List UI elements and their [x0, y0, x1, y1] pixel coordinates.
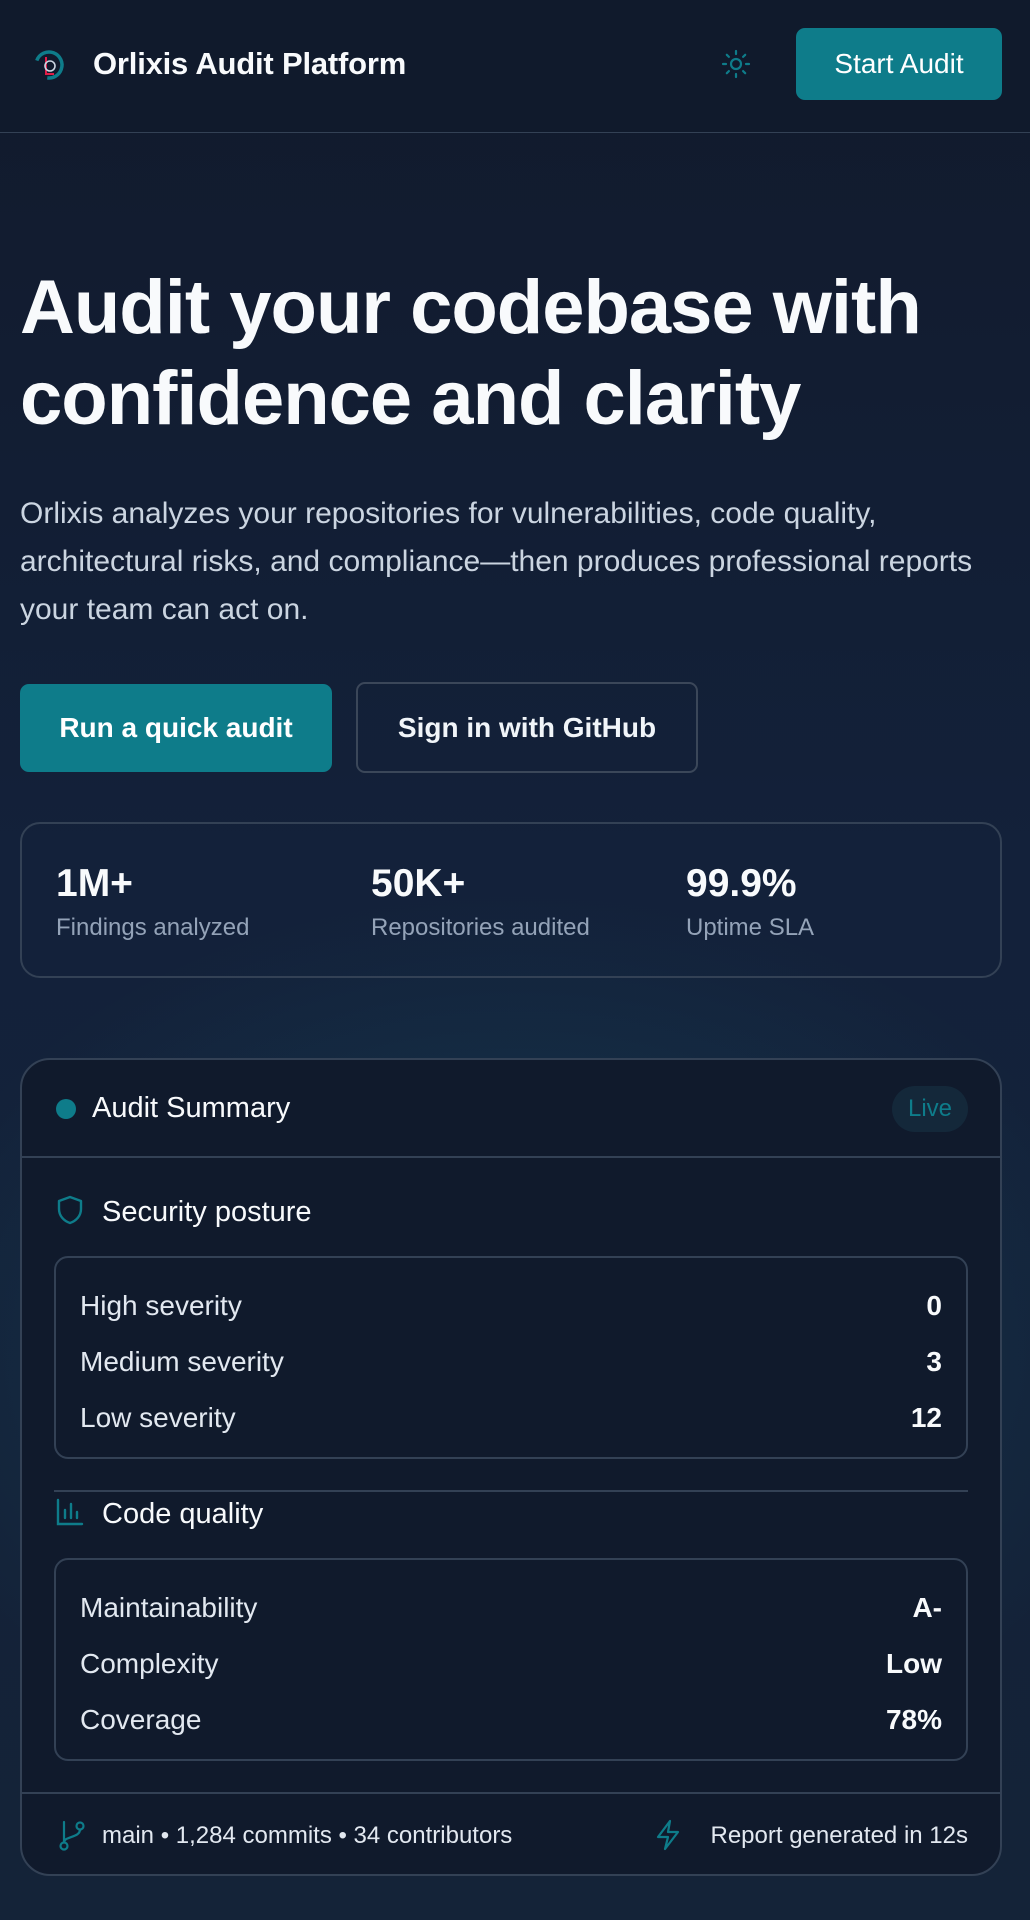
start-audit-button[interactable]: Start Audit [796, 28, 1002, 100]
metric-label: High severity [80, 1290, 242, 1321]
stats-panel: 1M+ Findings analyzed 50K+ Repositories … [20, 822, 1002, 978]
section-divider [54, 1490, 968, 1492]
metric-label: Complexity [80, 1648, 219, 1679]
metric-value: 3 [926, 1346, 942, 1377]
metric-row: Medium severity 3 [80, 1342, 942, 1382]
theme-toggle-button[interactable] [718, 46, 754, 82]
card-footer: main • 1,284 commits • 34 contributors R… [22, 1792, 1000, 1874]
metric-value: 0 [926, 1290, 942, 1321]
git-branch-icon [59, 1820, 85, 1851]
metric-label: Maintainability [80, 1592, 258, 1623]
security-metrics: High severity 0 Medium severity 3 Low se… [54, 1256, 968, 1459]
shield-icon [57, 1195, 83, 1225]
metric-value: 78% [885, 1704, 942, 1735]
status-dot-icon [56, 1099, 76, 1119]
stat-value: 50K+ [371, 862, 466, 905]
stat-repositories: 50K+ Repositories audited [371, 862, 590, 942]
sun-icon [721, 49, 751, 79]
stat-uptime: 99.9% Uptime SLA [686, 862, 814, 942]
stat-label: Findings analyzed [56, 914, 250, 941]
stat-value: 99.9% [686, 862, 797, 905]
report-info: Report generated in 12s [710, 1822, 968, 1849]
metric-row: Complexity Low [80, 1644, 942, 1684]
brand-name[interactable]: Orlixis Audit Platform [93, 46, 406, 82]
stat-label: Repositories audited [371, 914, 590, 941]
metric-row: High severity 0 [80, 1286, 942, 1326]
metric-value: A- [912, 1592, 942, 1623]
metric-value: 12 [910, 1402, 942, 1433]
metric-row: Coverage 78% [80, 1700, 942, 1740]
run-quick-audit-button[interactable]: Run a quick audit [20, 684, 332, 772]
hero-headline: Audit your codebase with confidence and … [20, 262, 1020, 444]
metric-value: Low [886, 1648, 942, 1679]
stat-findings: 1M+ Findings analyzed [56, 862, 249, 942]
headline-line-2: confidence and clarity [20, 356, 801, 441]
orlixis-logo-icon[interactable] [32, 48, 66, 82]
sign-in-github-button[interactable]: Sign in with GitHub [356, 682, 698, 773]
card-header: Audit Summary Live [22, 1060, 1000, 1158]
section-title-security: Security posture [102, 1196, 312, 1228]
bar-chart-icon [56, 1498, 84, 1526]
headline-line-1: Audit your codebase with [20, 265, 922, 350]
live-badge: Live [891, 1086, 968, 1132]
branch-info: main • 1,284 commits • 34 contributors [102, 1822, 513, 1849]
stat-label: Uptime SLA [686, 914, 815, 941]
metric-label: Low severity [80, 1402, 236, 1433]
metric-label: Coverage [80, 1704, 202, 1735]
metric-row: Maintainability A- [80, 1588, 942, 1628]
stat-value: 1M+ [56, 862, 133, 905]
metric-row: Low severity 12 [80, 1398, 942, 1438]
audit-summary-card: Audit Summary Live Security posture High… [20, 1058, 1002, 1876]
metric-label: Medium severity [80, 1346, 284, 1377]
quality-metrics: Maintainability A- Complexity Low Covera… [54, 1558, 968, 1761]
section-title-quality: Code quality [102, 1498, 264, 1530]
hero-description: Orlixis analyzes your repositories for v… [20, 497, 973, 626]
card-title: Audit Summary [92, 1092, 291, 1124]
lightning-icon [656, 1819, 680, 1851]
top-navigation-bar: Orlixis Audit Platform Start Audit [0, 0, 1030, 133]
